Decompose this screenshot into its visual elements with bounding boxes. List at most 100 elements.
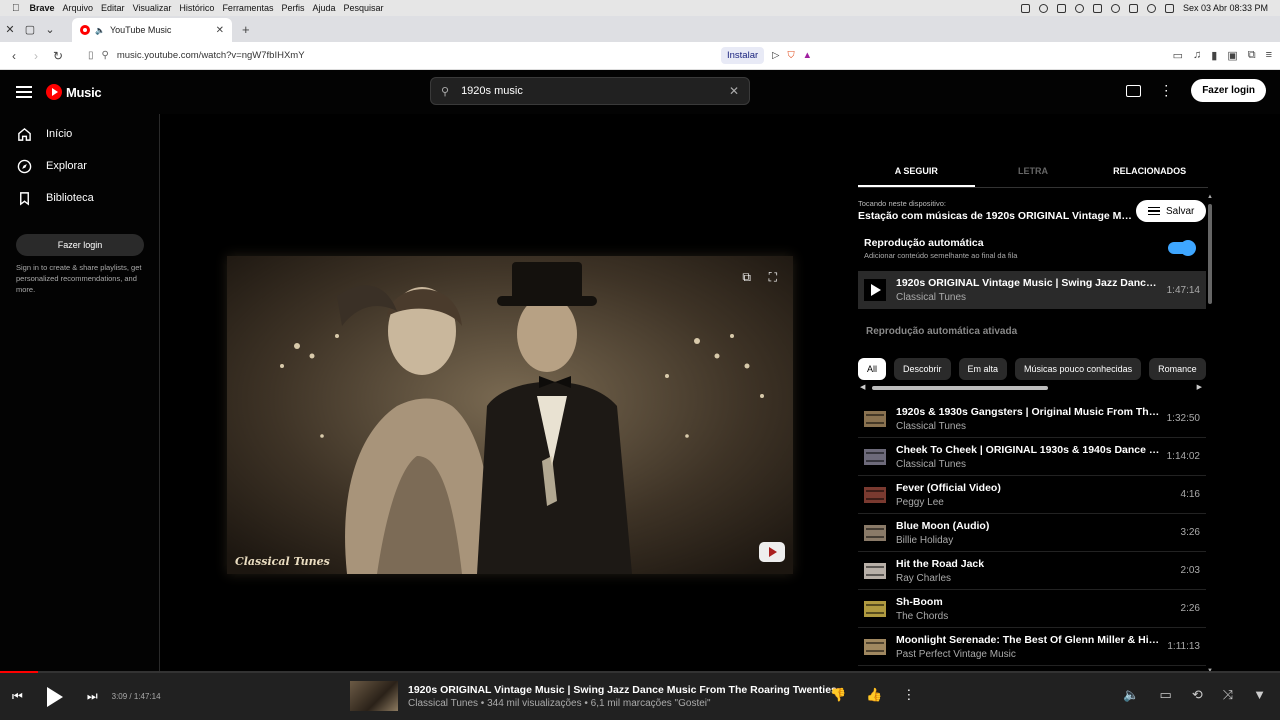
site-info-icon[interactable]: ⚲ bbox=[102, 50, 109, 61]
menu-pesquisar[interactable]: Pesquisar bbox=[344, 3, 384, 13]
queue-item[interactable]: 1920s & 1930s Gangsters | Original Music… bbox=[858, 400, 1206, 438]
search-icon[interactable]: ⚲ bbox=[441, 85, 449, 98]
tab-close-icon[interactable]: ✕ bbox=[216, 25, 224, 36]
menu-perfis[interactable]: Perfis bbox=[281, 3, 304, 13]
browser-tab[interactable]: 🔈 YouTube Music ✕ bbox=[72, 18, 232, 42]
play-icon[interactable] bbox=[46, 686, 63, 707]
extensions-icon[interactable]: ⧉ bbox=[1248, 49, 1256, 62]
menu-ferramentas[interactable]: Ferramentas bbox=[222, 3, 273, 13]
apple-icon[interactable]:  bbox=[12, 3, 20, 14]
save-button[interactable]: Salvar bbox=[1136, 200, 1207, 222]
audio-playing-icon[interactable]: 🔈 bbox=[95, 26, 105, 35]
brave-shields-icon[interactable]: ⛉ bbox=[787, 50, 794, 61]
scroll-up-icon[interactable]: ▲ bbox=[1207, 194, 1213, 200]
now-playing-artist[interactable]: Classical Tunes bbox=[896, 292, 1160, 303]
menu-ajuda[interactable]: Ajuda bbox=[312, 3, 335, 13]
sidebar-item-home[interactable]: Início bbox=[0, 118, 159, 150]
cast-icon[interactable] bbox=[1126, 84, 1142, 97]
chips-scroll-thumb[interactable] bbox=[872, 386, 1048, 390]
autoplay-toggle[interactable] bbox=[1168, 240, 1196, 256]
bookmark-icon[interactable]: ▯ bbox=[88, 50, 94, 61]
volume-icon[interactable] bbox=[1128, 3, 1138, 13]
captions-icon[interactable]: ▭ bbox=[1160, 687, 1172, 703]
chip-discover[interactable]: Descobrir bbox=[894, 358, 951, 380]
sidebar-item-library[interactable]: Biblioteca bbox=[0, 182, 159, 214]
track-artist[interactable]: Classical Tunes bbox=[896, 459, 1160, 470]
menu-historico[interactable]: Histórico bbox=[179, 3, 214, 13]
brave-rewards-icon[interactable]: ▲ bbox=[803, 50, 812, 61]
install-button[interactable]: Instalar bbox=[720, 47, 765, 64]
header-login-button[interactable]: Fazer login bbox=[1191, 79, 1266, 102]
chip-deep-cuts[interactable]: Músicas pouco conhecidas bbox=[1015, 358, 1142, 380]
queue-item[interactable]: Moonlight Serenade: The Best Of Glenn Mi… bbox=[858, 628, 1206, 666]
more-options-icon[interactable]: ⋮ bbox=[1159, 82, 1173, 99]
video-player[interactable]: ⧉ ⛶ Classical Tunes bbox=[227, 256, 793, 574]
now-playing-row[interactable]: 1920s ORIGINAL Vintage Music | Swing Jaz… bbox=[858, 271, 1206, 309]
sidebar-item-explore[interactable]: Explorar bbox=[0, 150, 159, 182]
track-thumbnail[interactable] bbox=[864, 638, 886, 655]
panel-icon[interactable]: ▮ bbox=[1211, 49, 1217, 62]
track-thumbnail[interactable] bbox=[864, 524, 886, 541]
volume-icon[interactable]: 🔈 bbox=[1123, 687, 1139, 703]
scroll-right-icon[interactable]: ▶ bbox=[1197, 383, 1202, 391]
chip-romance[interactable]: Romance bbox=[1149, 358, 1206, 380]
chip-trending[interactable]: Em alta bbox=[958, 358, 1008, 380]
player-title[interactable]: 1920s ORIGINAL Vintage Music | Swing Jaz… bbox=[408, 684, 837, 696]
music-icon[interactable]: ♫ bbox=[1193, 49, 1201, 62]
track-thumbnail[interactable] bbox=[864, 448, 886, 465]
window-close-icon[interactable]: ✕ bbox=[0, 23, 20, 36]
tab-lyrics[interactable]: LETRA bbox=[975, 160, 1092, 187]
queue-item[interactable]: Blue Moon (Audio) Billie Holiday 3:26 bbox=[858, 514, 1206, 552]
track-artist[interactable]: Billie Holiday bbox=[896, 535, 1160, 546]
menu-icon[interactable] bbox=[16, 86, 32, 98]
bluetooth-icon[interactable] bbox=[1092, 3, 1102, 13]
wifi-icon[interactable] bbox=[1146, 3, 1156, 13]
tab-list-icon[interactable]: ⌄ bbox=[40, 23, 60, 36]
queue-item[interactable]: Hit the Road Jack Ray Charles 2:03 bbox=[858, 552, 1206, 590]
fullscreen-icon[interactable]: ⛶ bbox=[769, 270, 777, 285]
menu-app-name[interactable]: Brave bbox=[30, 3, 55, 13]
shuffle-icon[interactable]: ⤨ bbox=[1223, 687, 1233, 703]
repeat-icon[interactable]: ⟲ bbox=[1192, 687, 1203, 703]
track-thumbnail[interactable] bbox=[864, 562, 886, 579]
miniplayer-icon[interactable]: ⧉ bbox=[742, 270, 751, 285]
tray-icon-2[interactable] bbox=[1038, 3, 1048, 13]
like-icon[interactable]: 👍 bbox=[866, 687, 882, 703]
track-thumbnail[interactable] bbox=[864, 486, 886, 503]
track-artist[interactable]: Classical Tunes bbox=[896, 421, 1160, 432]
menu-editar[interactable]: Editar bbox=[101, 3, 125, 13]
track-artist[interactable]: Ray Charles bbox=[896, 573, 1160, 584]
menu-arquivo[interactable]: Arquivo bbox=[63, 3, 94, 13]
tray-icon-1[interactable] bbox=[1020, 3, 1030, 13]
track-thumbnail[interactable] bbox=[864, 600, 886, 617]
track-artist[interactable]: Past Perfect Vintage Music bbox=[896, 649, 1160, 660]
browser-menu-icon[interactable]: ≡ bbox=[1266, 49, 1272, 62]
reload-icon[interactable]: ↻ bbox=[52, 49, 64, 63]
brightness-icon[interactable] bbox=[1110, 3, 1120, 13]
wallet-icon[interactable]: ▣ bbox=[1227, 49, 1237, 62]
tray-icon-4[interactable] bbox=[1074, 3, 1084, 13]
clear-search-icon[interactable]: ✕ bbox=[729, 84, 739, 98]
next-icon[interactable]: ⏭ bbox=[87, 689, 98, 704]
sidebar-login-button[interactable]: Fazer login bbox=[16, 234, 144, 256]
search-input[interactable]: 1920s music bbox=[461, 85, 717, 97]
chip-all[interactable]: All bbox=[858, 358, 887, 380]
media-icon[interactable]: ▷ bbox=[772, 50, 779, 61]
search-box[interactable]: ⚲ 1920s music ✕ bbox=[430, 77, 750, 105]
back-icon[interactable]: ‹ bbox=[8, 49, 20, 63]
queue-item[interactable]: Fever (Official Video) Peggy Lee 4:16 bbox=[858, 476, 1206, 514]
track-thumbnail[interactable] bbox=[864, 410, 886, 427]
expand-player-icon[interactable]: ▼ bbox=[1253, 687, 1266, 703]
forward-icon[interactable]: › bbox=[30, 49, 42, 63]
ytm-logo[interactable]: Music bbox=[46, 84, 102, 100]
queue-scroll-thumb[interactable] bbox=[1208, 204, 1212, 304]
tray-icon-3[interactable] bbox=[1056, 3, 1066, 13]
previous-icon[interactable]: ⏮ bbox=[12, 689, 23, 704]
player-thumbnail[interactable] bbox=[350, 681, 398, 711]
window-tabs-icon[interactable]: ▢ bbox=[20, 23, 40, 36]
battery-icon[interactable] bbox=[1164, 3, 1174, 13]
menu-visualizar[interactable]: Visualizar bbox=[133, 3, 172, 13]
track-artist[interactable]: Peggy Lee bbox=[896, 497, 1160, 508]
subscribe-badge-icon[interactable] bbox=[759, 542, 785, 562]
sidebar-toggle-icon[interactable]: ▭ bbox=[1173, 49, 1183, 62]
